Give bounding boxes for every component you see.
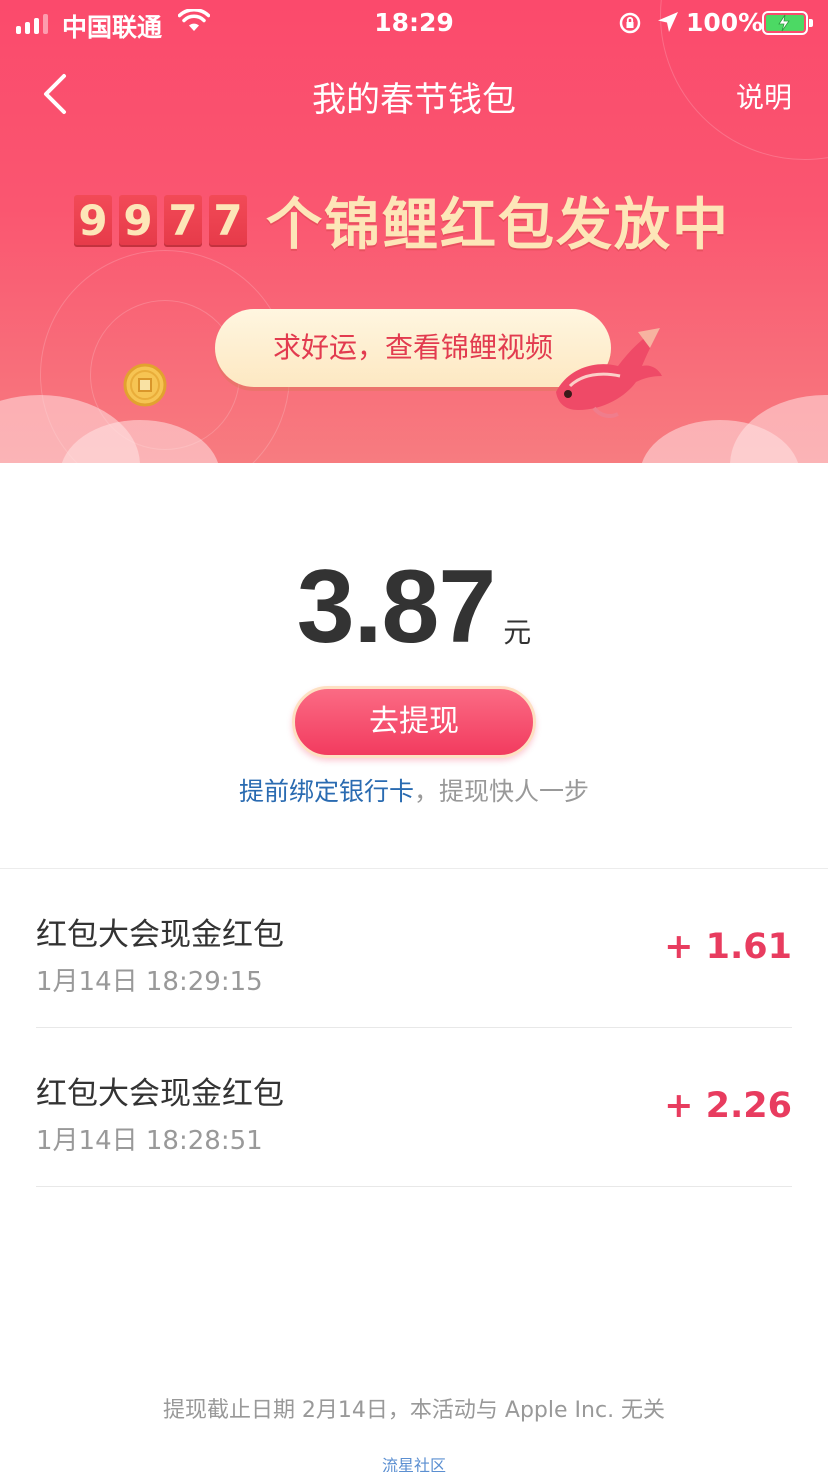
koi-counter: 9 9 7 7 个锦鲤红包发放中 (74, 180, 730, 261)
record-title: 红包大会现金红包 (36, 1076, 284, 1112)
list-item: 红包大会现金红包 1月14日 18:28:51 + 2.26 (36, 1028, 792, 1187)
counter-digit: 7 (164, 194, 202, 247)
bind-card-hint: 提前绑定银行卡，提现快人一步 (0, 772, 828, 808)
hint-text: ，提现快人一步 (414, 777, 590, 806)
page-title: 我的春节钱包 (312, 80, 516, 120)
location-arrow-icon (656, 10, 680, 38)
coin-icon (122, 362, 168, 412)
record-amount: + 1.61 (664, 927, 792, 967)
record-time: 1月14日 18:28:51 (36, 1126, 263, 1156)
record-time: 1月14日 18:29:15 (36, 967, 263, 997)
balance-unit: 元 (503, 616, 532, 649)
record-title: 红包大会现金红包 (36, 917, 284, 953)
explain-button[interactable]: 说明 (736, 76, 792, 116)
watermark: 流星社区 (381, 1456, 446, 1472)
status-bar: 中国联通 18:29 100% (0, 0, 828, 46)
orientation-lock-icon (618, 11, 642, 39)
list-item: 红包大会现金红包 1月14日 18:29:15 + 1.61 (36, 869, 792, 1028)
battery-icon (762, 11, 813, 35)
koi-fish-icon (548, 322, 664, 422)
bind-card-link[interactable]: 提前绑定银行卡 (239, 777, 414, 806)
counter-text: 个锦鲤红包发放中 (266, 193, 730, 258)
balance-display: 3.87 元 (0, 548, 828, 667)
counter-digit: 7 (209, 194, 247, 247)
battery-percent: 100% (686, 8, 764, 37)
counter-digit: 9 (119, 194, 157, 247)
counter-digit: 9 (74, 194, 112, 247)
withdraw-button[interactable]: 去提现 (292, 686, 536, 758)
record-amount: + 2.26 (664, 1086, 792, 1126)
footer-note: 提现截止日期 2月14日，本活动与 Apple Inc. 无关 (162, 1398, 666, 1423)
balance-amount: 3.87 (296, 549, 496, 665)
header-banner: 中国联通 18:29 100% 我的春节钱包 说明 9 9 7 7 个锦鲤红包发… (0, 0, 828, 463)
decor-cloud (730, 395, 828, 463)
